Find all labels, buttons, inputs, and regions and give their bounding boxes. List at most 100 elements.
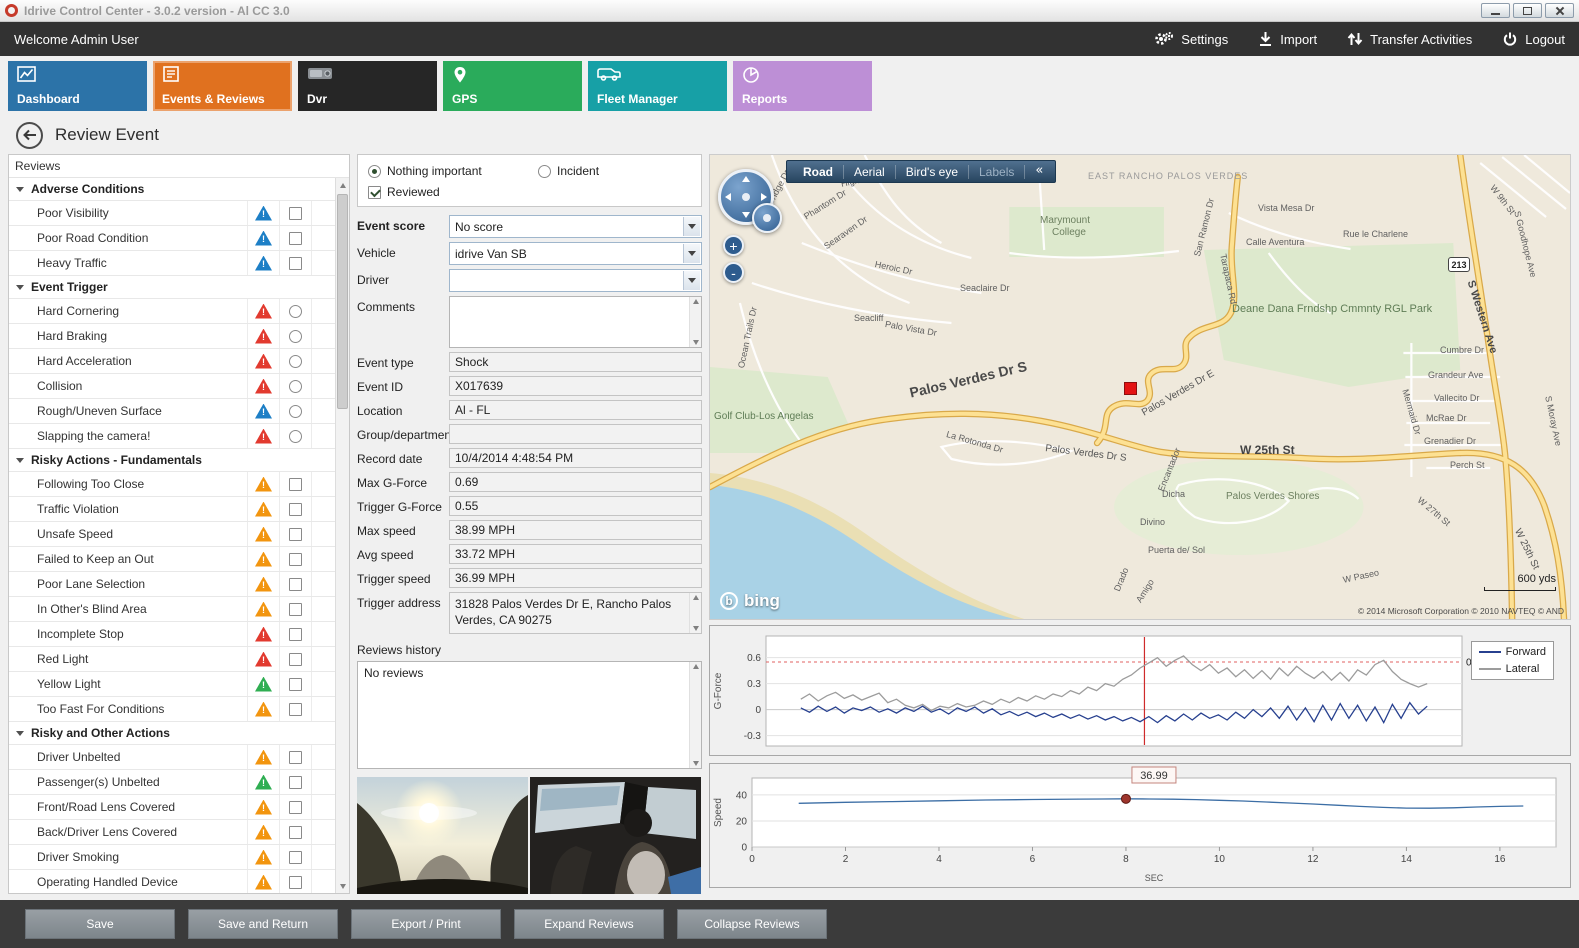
scroll-up-icon[interactable] bbox=[693, 299, 699, 304]
tab-fleet-manager[interactable]: Fleet Manager bbox=[588, 61, 727, 111]
spare-cell bbox=[311, 349, 335, 373]
pan-south-icon[interactable] bbox=[742, 212, 750, 218]
dropdown-arrow-icon[interactable] bbox=[683, 217, 700, 236]
review-checkbox-poor-lane-selection[interactable] bbox=[289, 578, 302, 591]
dropdown-arrow-icon[interactable] bbox=[683, 271, 700, 290]
review-checkbox-poor-visibility[interactable] bbox=[289, 207, 302, 220]
save-and-return-button[interactable]: Save and Return bbox=[188, 909, 338, 939]
review-radio-rough-uneven-surface[interactable] bbox=[289, 405, 302, 418]
review-radio-slapping-the-camera[interactable] bbox=[289, 430, 302, 443]
bing-map[interactable]: EAST RANCHO PALOS VERDESMarymountCollege… bbox=[709, 154, 1571, 620]
review-checkbox-poor-road-condition[interactable] bbox=[289, 232, 302, 245]
pan-east-icon[interactable] bbox=[761, 193, 767, 201]
collapse-caret-icon bbox=[16, 285, 24, 290]
history-scrollbar[interactable] bbox=[689, 662, 701, 768]
review-radio-hard-acceleration[interactable] bbox=[289, 355, 302, 368]
review-item-row: In Other's Blind Area! bbox=[9, 597, 335, 622]
textarea-scrollbar[interactable] bbox=[689, 297, 701, 347]
reviewed-checkbox[interactable] bbox=[368, 186, 381, 199]
review-checkbox-back-driver-lens-covered[interactable] bbox=[289, 826, 302, 839]
review-checkbox-too-fast-for-conditions[interactable] bbox=[289, 703, 302, 716]
save-button[interactable]: Save bbox=[25, 909, 175, 939]
dropdown-arrow-icon[interactable] bbox=[683, 244, 700, 263]
reviewed-option[interactable]: Reviewed bbox=[368, 185, 440, 199]
front-camera-thumbnail[interactable] bbox=[357, 777, 528, 894]
pan-west-icon[interactable] bbox=[725, 193, 731, 201]
transfer-activities-button[interactable]: Transfer Activities bbox=[1347, 31, 1472, 47]
reviews-scrollbar[interactable] bbox=[335, 178, 349, 893]
expand-reviews-button[interactable]: Expand Reviews bbox=[514, 909, 664, 939]
field-comments[interactable] bbox=[449, 296, 702, 348]
review-checkbox-failed-to-keep-an-out[interactable] bbox=[289, 553, 302, 566]
review-checkbox-red-light[interactable] bbox=[289, 653, 302, 666]
review-checkbox-yellow-light[interactable] bbox=[289, 678, 302, 691]
back-button[interactable] bbox=[16, 122, 43, 149]
review-checkbox-incomplete-stop[interactable] bbox=[289, 628, 302, 641]
scroll-down-icon[interactable] bbox=[693, 340, 699, 345]
field-event-score[interactable]: No score bbox=[449, 215, 702, 238]
map-view-aerial[interactable]: Aerial bbox=[844, 165, 896, 179]
review-radio-hard-cornering[interactable] bbox=[289, 305, 302, 318]
export-print-button[interactable]: Export / Print bbox=[351, 909, 501, 939]
review-checkbox-front-road-lens-covered[interactable] bbox=[289, 801, 302, 814]
tab-gps[interactable]: GPS bbox=[443, 61, 582, 111]
pan-north-icon[interactable] bbox=[742, 176, 750, 182]
zoom-in-button[interactable]: + bbox=[723, 235, 744, 256]
incident-radio[interactable] bbox=[538, 165, 551, 178]
field-scrollbar[interactable] bbox=[689, 593, 701, 633]
cabin-camera-thumbnail[interactable] bbox=[530, 777, 701, 894]
tab-events-reviews[interactable]: Events & Reviews bbox=[153, 61, 292, 111]
review-checkbox-following-too-close[interactable] bbox=[289, 478, 302, 491]
review-checkbox-in-other-s-blind-area[interactable] bbox=[289, 603, 302, 616]
map-collapse-button[interactable]: « bbox=[1025, 163, 1049, 180]
form-row-trigger-g-force: Trigger G-Force0.55 bbox=[357, 496, 702, 516]
settings-button[interactable]: Settings bbox=[1154, 31, 1228, 47]
scroll-up-icon[interactable] bbox=[693, 595, 699, 600]
warning-triangle-icon: ! bbox=[255, 256, 272, 271]
review-radio-hard-braking[interactable] bbox=[289, 330, 302, 343]
review-checkbox-traffic-violation[interactable] bbox=[289, 503, 302, 516]
collapse-reviews-button[interactable]: Collapse Reviews bbox=[677, 909, 827, 939]
review-group-risky-and-other-actions[interactable]: Risky and Other Actions bbox=[9, 722, 335, 745]
review-checkbox-unsafe-speed[interactable] bbox=[289, 528, 302, 541]
maximize-button[interactable] bbox=[1513, 3, 1542, 18]
review-checkbox-passenger-s-unbelted[interactable] bbox=[289, 776, 302, 789]
review-checkbox-heavy-traffic[interactable] bbox=[289, 257, 302, 270]
review-group-adverse-conditions[interactable]: Adverse Conditions bbox=[9, 178, 335, 201]
nothing-important-option[interactable]: Nothing important bbox=[368, 164, 538, 178]
map-rotate-control[interactable] bbox=[752, 203, 782, 233]
zoom-out-button[interactable]: - bbox=[723, 262, 744, 283]
event-location-marker[interactable] bbox=[1124, 382, 1137, 395]
tab-reports[interactable]: Reports bbox=[733, 61, 872, 111]
review-group-risky-actions-fundamentals[interactable]: Risky Actions - Fundamentals bbox=[9, 449, 335, 472]
field-driver[interactable] bbox=[449, 269, 702, 292]
review-checkbox-operating-handled-device[interactable] bbox=[289, 876, 302, 889]
map-view-road[interactable]: Road bbox=[793, 165, 844, 179]
spare-cell bbox=[311, 622, 335, 646]
map-view-labels[interactable]: Labels bbox=[969, 165, 1025, 179]
scroll-down-icon[interactable] bbox=[336, 879, 349, 893]
import-button[interactable]: Import bbox=[1258, 31, 1317, 47]
nothing-important-radio[interactable] bbox=[368, 165, 381, 178]
scroll-up-icon[interactable] bbox=[336, 178, 349, 192]
scroll-down-icon[interactable] bbox=[693, 626, 699, 631]
tab-dashboard[interactable]: Dashboard bbox=[8, 61, 147, 111]
tab-dvr[interactable]: Dvr bbox=[298, 61, 437, 111]
severity-cell: ! bbox=[247, 845, 279, 869]
map-view-birds-eye[interactable]: Bird's eye bbox=[896, 165, 969, 179]
review-item-row: Passenger(s) Unbelted! bbox=[9, 770, 335, 795]
close-button[interactable] bbox=[1545, 3, 1574, 18]
selected-value: No score bbox=[455, 220, 503, 234]
control-cell bbox=[279, 795, 311, 819]
incident-option[interactable]: Incident bbox=[538, 164, 599, 178]
review-checkbox-driver-unbelted[interactable] bbox=[289, 751, 302, 764]
scrollbar-thumb[interactable] bbox=[337, 194, 348, 409]
review-radio-collision[interactable] bbox=[289, 380, 302, 393]
logout-button[interactable]: Logout bbox=[1502, 31, 1565, 47]
review-checkbox-driver-smoking[interactable] bbox=[289, 851, 302, 864]
spare-cell bbox=[311, 820, 335, 844]
minimize-button[interactable] bbox=[1481, 3, 1510, 18]
review-group-event-trigger[interactable]: Event Trigger bbox=[9, 276, 335, 299]
review-item-row: Too Fast For Conditions! bbox=[9, 697, 335, 722]
field-vehicle[interactable]: idrive Van SB bbox=[449, 242, 702, 265]
